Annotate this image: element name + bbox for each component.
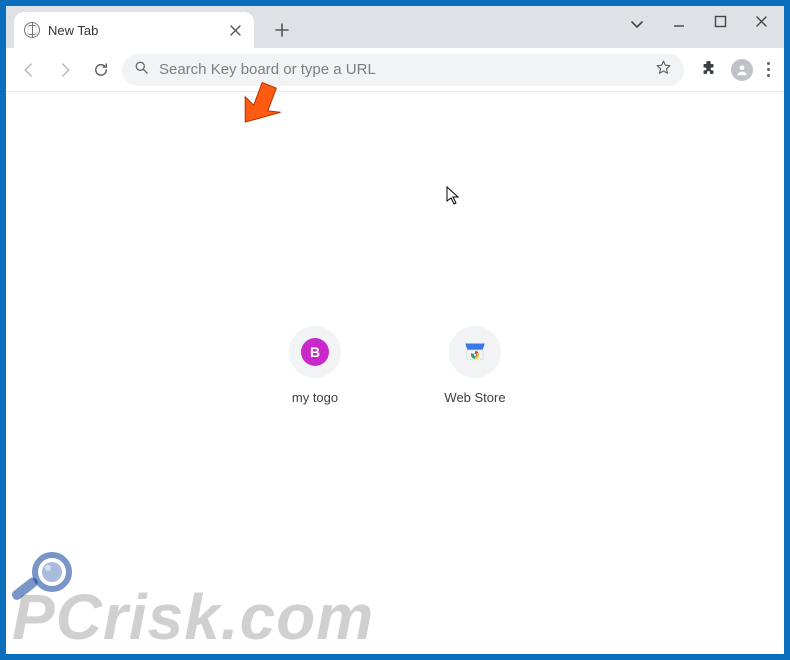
cursor-icon [446,186,462,211]
bookmark-star-icon[interactable] [655,59,672,81]
shortcut-tile: B [289,326,341,378]
shortcut-my-togo[interactable]: B my togo [267,326,363,405]
watermark: PCrisk.com [12,580,374,654]
shortcuts-row: B my togo [267,326,523,405]
forward-button[interactable] [50,55,80,85]
close-tab-button[interactable] [226,21,244,39]
titlebar: New Tab [6,6,784,48]
shortcut-web-store[interactable]: Web Store [427,326,523,405]
menu-button[interactable] [767,62,770,77]
minimize-button[interactable] [672,15,686,34]
new-tab-button[interactable] [268,16,296,44]
back-button[interactable] [14,55,44,85]
reload-button[interactable] [86,55,116,85]
browser-window: New Tab [6,6,784,654]
shortcut-label: Web Store [444,390,505,405]
window-controls [630,6,778,42]
browser-tab[interactable]: New Tab [14,12,254,48]
globe-icon [24,22,40,38]
page-content: B my togo [6,92,784,654]
toolbar-right [690,59,776,81]
shortcut-tile [449,326,501,378]
watermark-text: PCrisk.com [12,581,374,653]
maximize-button[interactable] [714,15,727,33]
tab-search-button[interactable] [630,17,644,31]
omnibox[interactable] [122,54,684,86]
shortcut-badge: B [301,338,329,366]
webstore-icon [462,337,488,368]
search-icon [134,60,149,80]
extensions-icon[interactable] [700,59,717,81]
profile-avatar[interactable] [731,59,753,81]
shortcut-label: my togo [292,390,338,405]
address-input[interactable] [159,61,645,78]
tab-title: New Tab [48,23,218,38]
close-window-button[interactable] [755,15,768,33]
toolbar [6,48,784,92]
